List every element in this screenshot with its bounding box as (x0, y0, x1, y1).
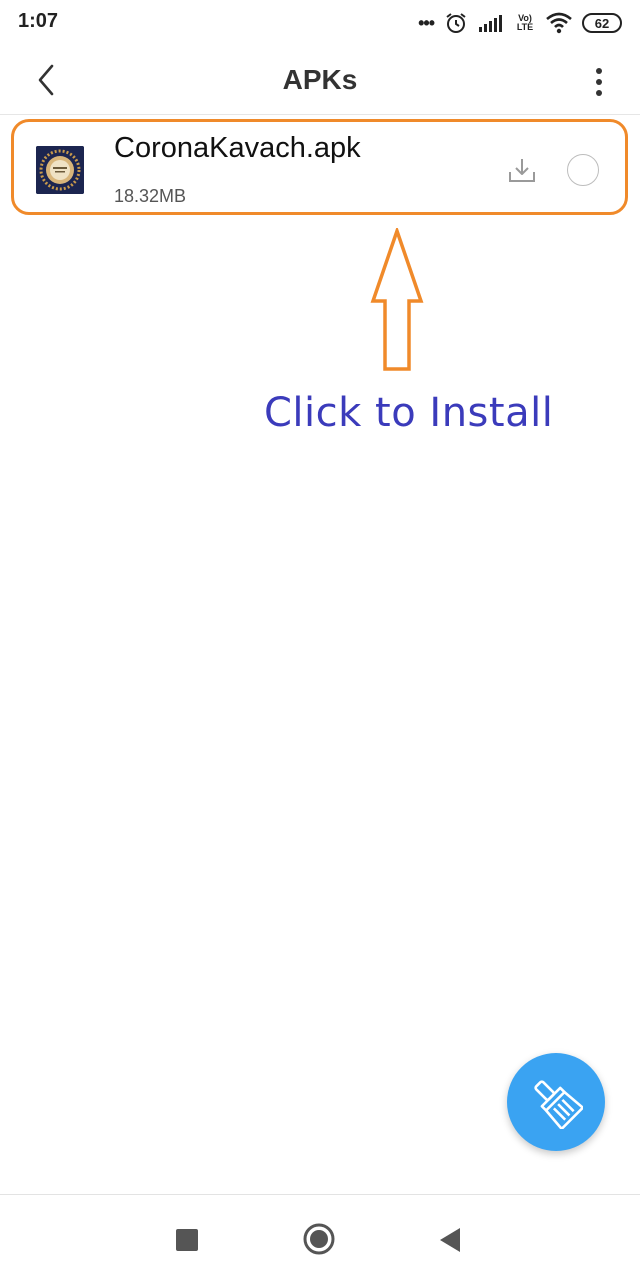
more-vertical-icon (596, 68, 602, 96)
broom-clean-icon (534, 1080, 583, 1129)
status-time: 1:07 (18, 10, 59, 32)
battery-level: 62 (594, 15, 610, 31)
page-title: APKs (282, 64, 358, 95)
lte-label: LTE (516, 22, 534, 32)
annotation-text: Click to Install (264, 390, 554, 436)
notification-dots-icon: ••• (418, 12, 435, 33)
signal-icon (479, 15, 502, 32)
square-icon[interactable] (176, 1229, 198, 1251)
battery-icon: 62 (582, 13, 622, 33)
nav-back-button[interactable] (438, 1227, 462, 1253)
navigation-bar (0, 1194, 640, 1281)
home-button[interactable] (303, 1223, 335, 1255)
more-options-button[interactable] (584, 62, 614, 102)
up-arrow-icon (370, 228, 424, 371)
alarm-icon (446, 13, 466, 33)
circle-icon (303, 1223, 335, 1255)
status-icons: ••• Vo) LTE 62 (418, 8, 622, 38)
app-bar: APKs (0, 48, 640, 115)
status-bar: 1:07 ••• Vo) LTE 62 (0, 0, 640, 48)
wifi-icon (546, 12, 572, 34)
highlight-frame (11, 119, 628, 215)
volte-lte-icon: Vo) LTE (514, 14, 536, 32)
triangle-back-icon (440, 1228, 460, 1252)
clean-button[interactable] (507, 1053, 605, 1151)
